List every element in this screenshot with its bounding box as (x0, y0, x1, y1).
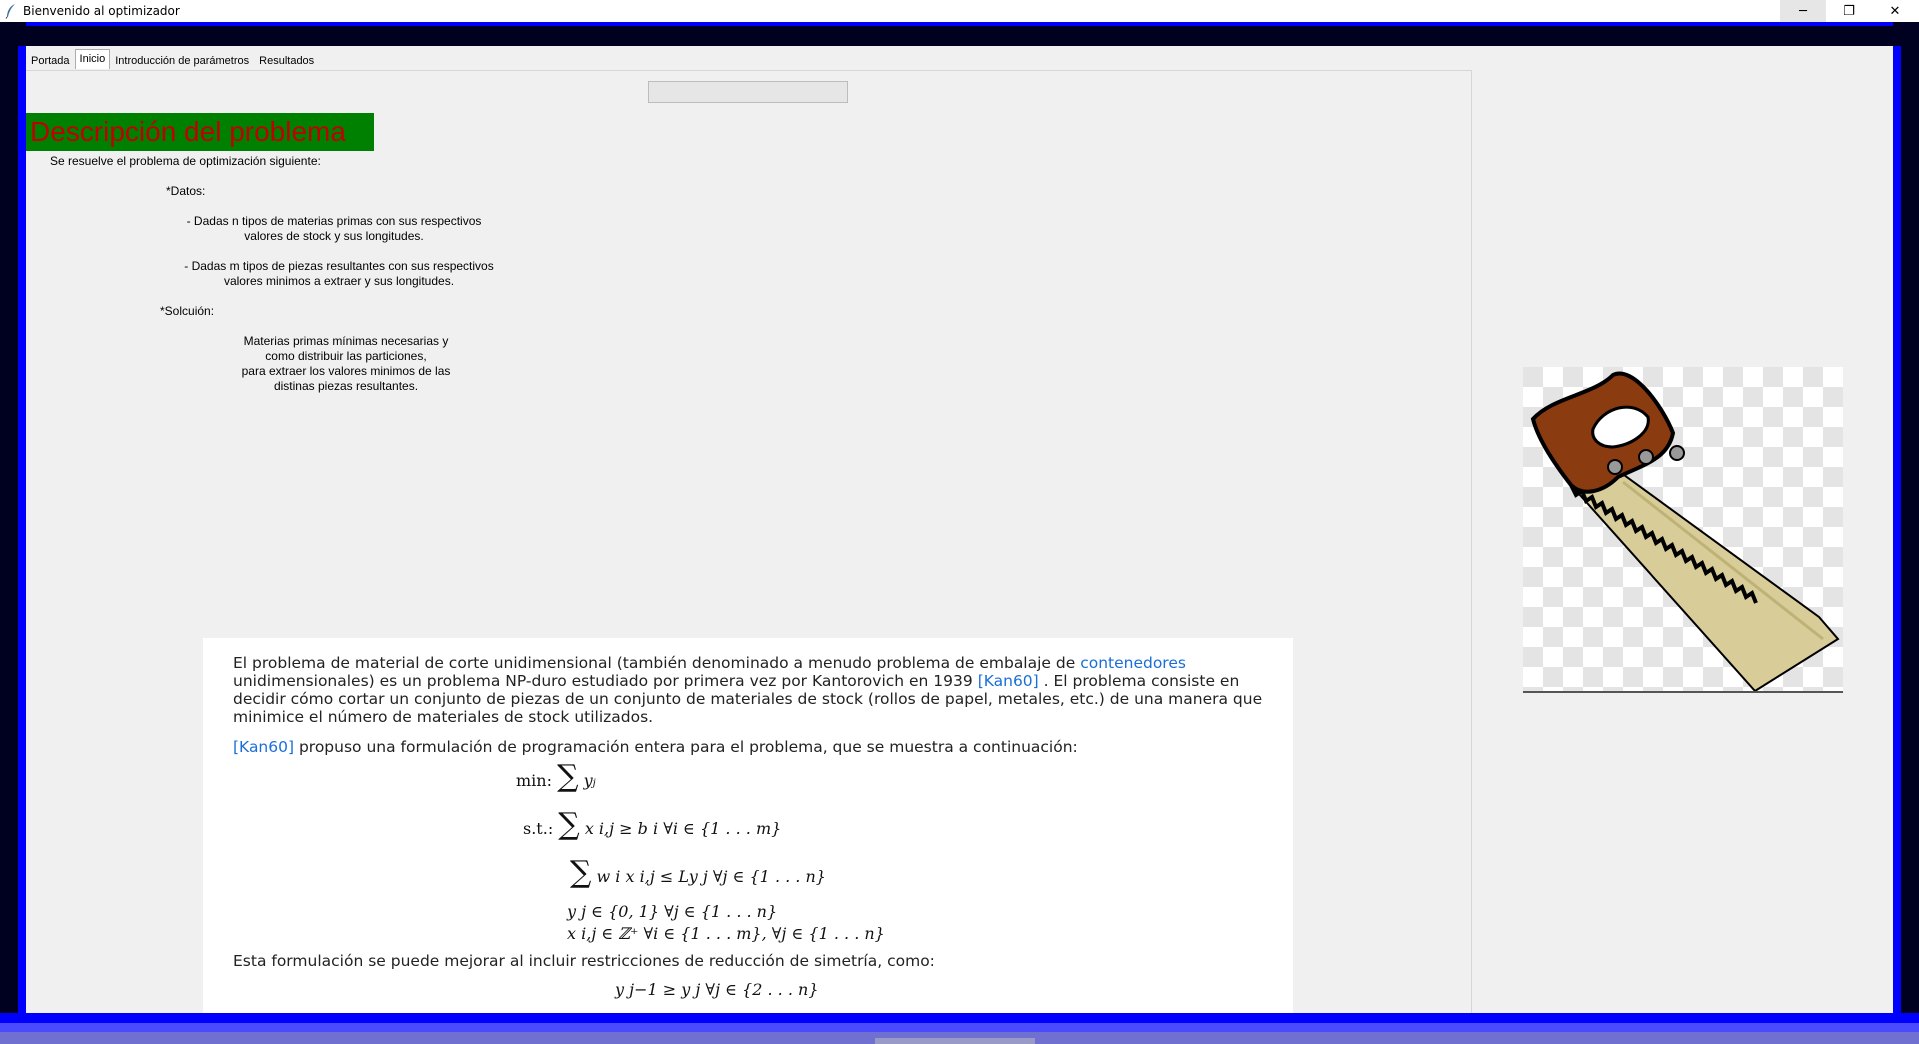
restore-icon: ❐ (1843, 3, 1855, 19)
tab-portada[interactable]: Portada (26, 51, 75, 71)
equation-subscript: j (592, 778, 596, 789)
window-frame-bottom (0, 1013, 1919, 1044)
equation-body: x i,j ∈ ℤ⁺ ∀i ∈ {1 . . . m}, ∀j ∈ {1 . .… (567, 924, 885, 943)
paragraph-intro: El problema de material de corte unidime… (233, 654, 1263, 726)
equation-label: min: (516, 771, 552, 790)
equation-body: x i,j ≥ b i ∀i ∈ {1 . . . m} (584, 819, 782, 838)
equation-constraint-capacity: ∑ w i x i,j ≤ Ly j ∀j ∈ {1 . . . n} (570, 858, 826, 888)
sum-symbol: ∑ (570, 855, 592, 890)
equation-symmetry: y j−1 ≥ y j ∀j ∈ {2 . . . n} (615, 980, 819, 999)
intro-text: Se resuelve el problema de optimización … (50, 154, 321, 168)
screw-icon (1638, 449, 1654, 465)
tab-inicio[interactable]: Inicio (74, 49, 111, 69)
window-frame-left (0, 22, 26, 1044)
progress-bar (648, 81, 848, 103)
equation-objective: min: ∑ yj (516, 762, 596, 792)
equation-binary: y j ∈ {0, 1} ∀j ∈ {1 . . . n} (567, 902, 777, 921)
image-border (1523, 691, 1843, 693)
paragraph-symmetry: Esta formulación se puede mejorar al inc… (233, 952, 935, 970)
window-frame-top (0, 22, 1919, 46)
formulation-image: El problema de material de corte unidime… (203, 638, 1293, 1013)
minimize-icon: ─ (1799, 3, 1807, 19)
paragraph-text: propuso una formulación de programación … (294, 738, 1078, 756)
minimize-button[interactable]: ─ (1780, 0, 1826, 22)
sum-symbol: ∑ (557, 759, 579, 794)
tab-resultados[interactable]: Resultados (254, 51, 319, 71)
window-title: Bienvenido al optimizador (23, 4, 180, 18)
equation-label: s.t.: (523, 819, 554, 838)
saw-image (1523, 367, 1843, 691)
frame-border (0, 1023, 1919, 1032)
solucion-line4: distinas piezas resultantes. (273, 379, 419, 393)
app-client-area: Portada Inicio Introducción de parámetro… (26, 46, 1893, 1013)
scrollbar-thumb[interactable] (875, 1038, 1035, 1044)
screw-icon (1669, 445, 1685, 461)
title-bar: Bienvenido al optimizador ─ ❐ ✕ (0, 0, 1919, 22)
equation-body: y j−1 ≥ y j ∀j ∈ {2 . . . n} (615, 980, 819, 999)
sum-symbol: ∑ (558, 807, 580, 842)
contenedores-link[interactable]: contenedores (1080, 654, 1186, 672)
equation-constraint-demand: s.t.: ∑ x i,j ≥ b i ∀i ∈ {1 . . . m} (523, 810, 781, 840)
kan60-reference-link[interactable]: [Kan60] (233, 738, 294, 756)
datos-item-2-line2: valores minimos a extraer y sus longitud… (223, 274, 455, 288)
solucion-line2: como distribuir las particiones, (265, 349, 427, 363)
datos-item-1-line2: valores de stock y sus longitudes. (244, 229, 424, 243)
frame-border (18, 46, 26, 1036)
frame-border (0, 22, 1919, 26)
notebook-tabs: Portada Inicio Introducción de parámetro… (26, 49, 319, 71)
equation-body: y (583, 771, 593, 790)
frame-border (1893, 46, 1901, 1036)
frame-border (0, 1013, 1919, 1023)
paragraph-formulation: [Kan60] propuso una formulación de progr… (233, 738, 1263, 756)
datos-item-1-line1: - Dadas n tipos de materias primas con s… (186, 214, 482, 228)
paragraph-text: unidimensionales) es un problema NP-duro… (233, 672, 978, 690)
feather-icon (5, 4, 15, 19)
window-frame-right (1893, 22, 1919, 1044)
maximize-button[interactable]: ❐ (1826, 0, 1872, 22)
screw-icon (1607, 459, 1623, 475)
page-title: Descripción del problema (26, 113, 374, 151)
tab-introduccion-parametros[interactable]: Introducción de parámetros (110, 51, 254, 71)
equation-body: y j ∈ {0, 1} ∀j ∈ {1 . . . n} (567, 902, 778, 921)
equation-body: w i x i,j ≤ Ly j ∀j ∈ {1 . . . n} (596, 867, 826, 886)
datos-label: *Datos: (166, 184, 206, 198)
equation-integer: x i,j ∈ ℤ⁺ ∀i ∈ {1 . . . m}, ∀j ∈ {1 . .… (567, 924, 885, 943)
solucion-label: *Solcuión: (160, 304, 215, 318)
datos-item-2-line1: - Dadas m tipos de piezas resultantes co… (184, 259, 494, 273)
solucion-line3: para extraer los valores minimos de las (241, 364, 451, 378)
close-icon: ✕ (1889, 3, 1901, 19)
paragraph-text: El problema de material de corte unidime… (233, 654, 1081, 672)
solucion-line1: Materias primas mínimas necesarias y (243, 334, 449, 348)
close-button[interactable]: ✕ (1872, 0, 1918, 22)
kan60-reference-link[interactable]: [Kan60] (978, 672, 1039, 690)
